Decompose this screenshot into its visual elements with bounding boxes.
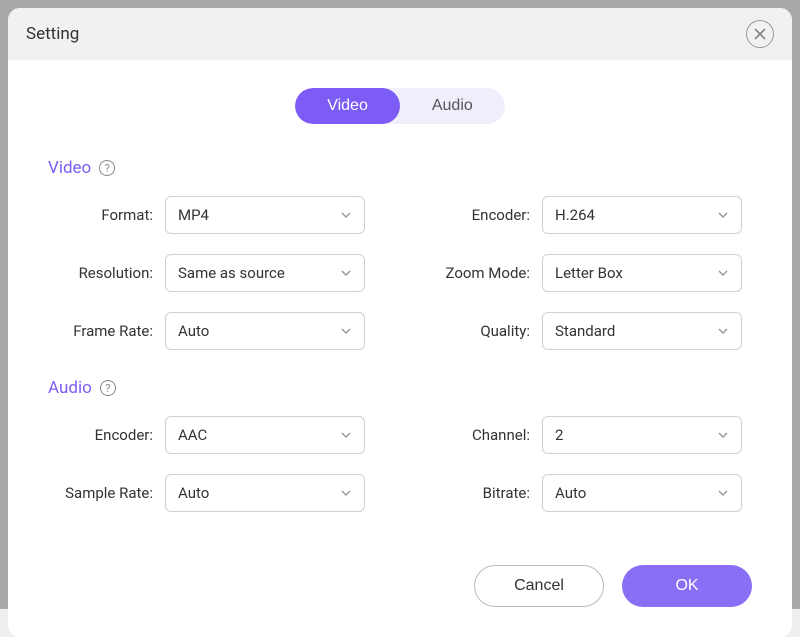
field-label: Format: [48, 206, 153, 225]
select-value: AAC [178, 426, 207, 444]
resolution-select[interactable]: Same as source [165, 254, 365, 292]
chevron-down-icon [717, 267, 729, 279]
chevron-down-icon [340, 209, 352, 221]
audio-section: Audio ? Encoder: AAC Channel: 2 [48, 378, 752, 512]
field-label: Frame Rate: [48, 322, 153, 341]
chevron-down-icon [717, 429, 729, 441]
chevron-down-icon [340, 267, 352, 279]
select-value: H.264 [555, 206, 595, 224]
chevron-down-icon [340, 325, 352, 337]
field-quality: Quality: Standard [425, 312, 752, 350]
modal-header: Setting [8, 8, 792, 60]
help-icon[interactable]: ? [99, 160, 115, 176]
field-format: Format: MP4 [48, 196, 375, 234]
field-label: Resolution: [48, 264, 153, 283]
tab-audio[interactable]: Audio [400, 88, 505, 124]
row: Frame Rate: Auto Quality: Standard [48, 312, 752, 350]
cancel-button[interactable]: Cancel [474, 565, 604, 607]
row: Resolution: Same as source Zoom Mode: Le… [48, 254, 752, 292]
quality-select[interactable]: Standard [542, 312, 742, 350]
help-icon[interactable]: ? [100, 380, 116, 396]
field-label: Encoder: [425, 206, 530, 225]
field-sample-rate: Sample Rate: Auto [48, 474, 375, 512]
bitrate-select[interactable]: Auto [542, 474, 742, 512]
zoom-mode-select[interactable]: Letter Box [542, 254, 742, 292]
close-icon [754, 28, 766, 40]
select-value: MP4 [178, 206, 209, 224]
tab-video[interactable]: Video [295, 88, 400, 124]
field-label: Quality: [425, 322, 530, 341]
field-label: Bitrate: [425, 484, 530, 503]
select-value: Letter Box [555, 264, 623, 282]
row: Format: MP4 Encoder: H.264 [48, 196, 752, 234]
field-channel: Channel: 2 [425, 416, 752, 454]
close-button[interactable] [746, 20, 774, 48]
section-heading-audio-text: Audio [48, 378, 92, 398]
section-heading-audio: Audio ? [48, 378, 752, 398]
chevron-down-icon [717, 209, 729, 221]
field-resolution: Resolution: Same as source [48, 254, 375, 292]
select-value: 2 [555, 426, 563, 444]
field-encoder-video: Encoder: H.264 [425, 196, 752, 234]
chevron-down-icon [340, 429, 352, 441]
select-value: Auto [178, 322, 209, 340]
modal-body: Video Audio Video ? Format: MP4 Encoder:… [8, 60, 792, 545]
field-label: Encoder: [48, 426, 153, 445]
format-select[interactable]: MP4 [165, 196, 365, 234]
section-heading-video-text: Video [48, 158, 91, 178]
chevron-down-icon [340, 487, 352, 499]
video-encoder-select[interactable]: H.264 [542, 196, 742, 234]
tab-pill: Video Audio [295, 88, 505, 124]
select-value: Auto [178, 484, 209, 502]
channel-select[interactable]: 2 [542, 416, 742, 454]
audio-encoder-select[interactable]: AAC [165, 416, 365, 454]
chevron-down-icon [717, 325, 729, 337]
field-frame-rate: Frame Rate: Auto [48, 312, 375, 350]
section-heading-video: Video ? [48, 158, 752, 178]
field-audio-encoder: Encoder: AAC [48, 416, 375, 454]
sample-rate-select[interactable]: Auto [165, 474, 365, 512]
frame-rate-select[interactable]: Auto [165, 312, 365, 350]
settings-modal: Setting Video Audio Video ? Format: MP4 [8, 8, 792, 637]
field-zoom-mode: Zoom Mode: Letter Box [425, 254, 752, 292]
select-value: Auto [555, 484, 586, 502]
field-label: Sample Rate: [48, 484, 153, 503]
field-label: Channel: [425, 426, 530, 445]
modal-footer: Cancel OK [8, 545, 792, 637]
row: Encoder: AAC Channel: 2 [48, 416, 752, 454]
modal-title: Setting [26, 24, 79, 44]
field-label: Zoom Mode: [425, 264, 530, 283]
field-bitrate: Bitrate: Auto [425, 474, 752, 512]
tab-switch: Video Audio [48, 88, 752, 124]
chevron-down-icon [717, 487, 729, 499]
select-value: Standard [555, 322, 615, 340]
ok-button[interactable]: OK [622, 565, 752, 607]
select-value: Same as source [178, 264, 285, 282]
row: Sample Rate: Auto Bitrate: Auto [48, 474, 752, 512]
